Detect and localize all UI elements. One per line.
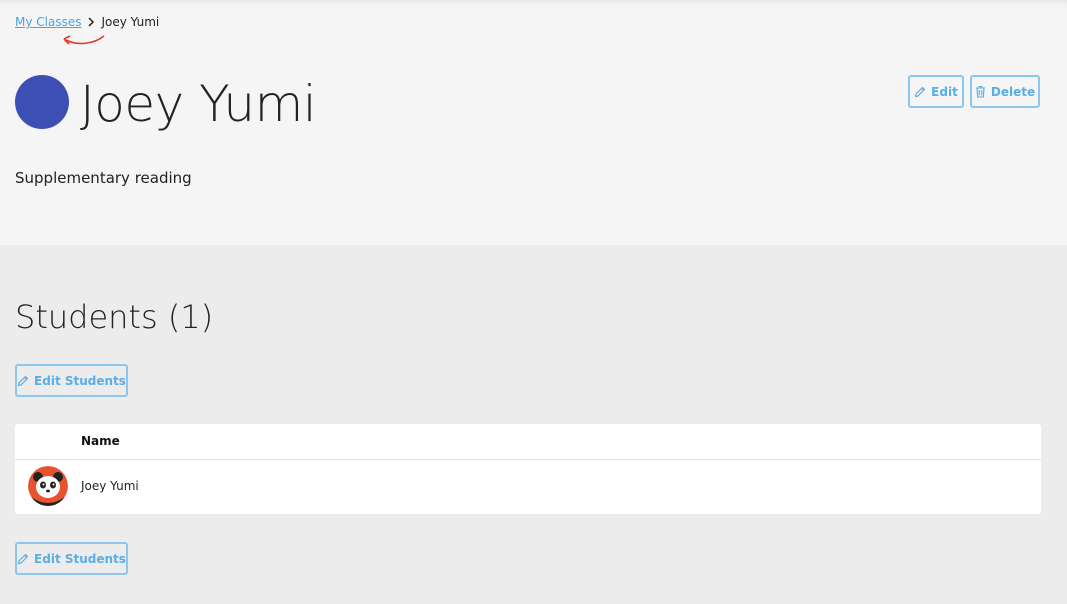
edit-students-button-bottom[interactable]: Edit Students — [15, 542, 128, 575]
edit-class-button[interactable]: Edit — [908, 75, 964, 108]
table-header: Name — [15, 424, 1041, 460]
class-description: Supplementary reading — [15, 169, 192, 187]
breadcrumb-my-classes-link[interactable]: My Classes — [15, 15, 81, 29]
annotation-arrow-icon — [63, 35, 105, 45]
delete-button-label: Delete — [990, 84, 1036, 99]
pencil-icon — [17, 553, 29, 565]
trash-icon — [975, 85, 986, 98]
edit-students-button-top[interactable]: Edit Students — [15, 364, 128, 397]
students-table: Name Joey Yumi — [15, 424, 1041, 514]
pencil-icon — [914, 86, 926, 98]
table-row[interactable]: Joey Yumi — [15, 460, 1041, 514]
panda-avatar-icon — [28, 466, 68, 506]
students-heading: Students (1) — [15, 298, 214, 336]
class-color-dot — [15, 75, 69, 129]
pencil-icon — [17, 375, 29, 387]
class-title: Joey Yumi — [80, 75, 317, 133]
breadcrumb: My Classes Joey Yumi — [15, 15, 159, 29]
class-header: My Classes Joey Yumi Joey Yumi Supplemen… — [0, 0, 1067, 245]
breadcrumb-current: Joey Yumi — [101, 15, 160, 29]
column-header-name: Name — [81, 434, 120, 448]
delete-class-button[interactable]: Delete — [970, 75, 1040, 108]
edit-button-label: Edit — [931, 84, 958, 99]
edit-students-label: Edit Students — [34, 551, 126, 566]
student-name: Joey Yumi — [81, 479, 139, 493]
edit-students-label: Edit Students — [34, 373, 126, 388]
chevron-right-icon — [87, 17, 95, 27]
